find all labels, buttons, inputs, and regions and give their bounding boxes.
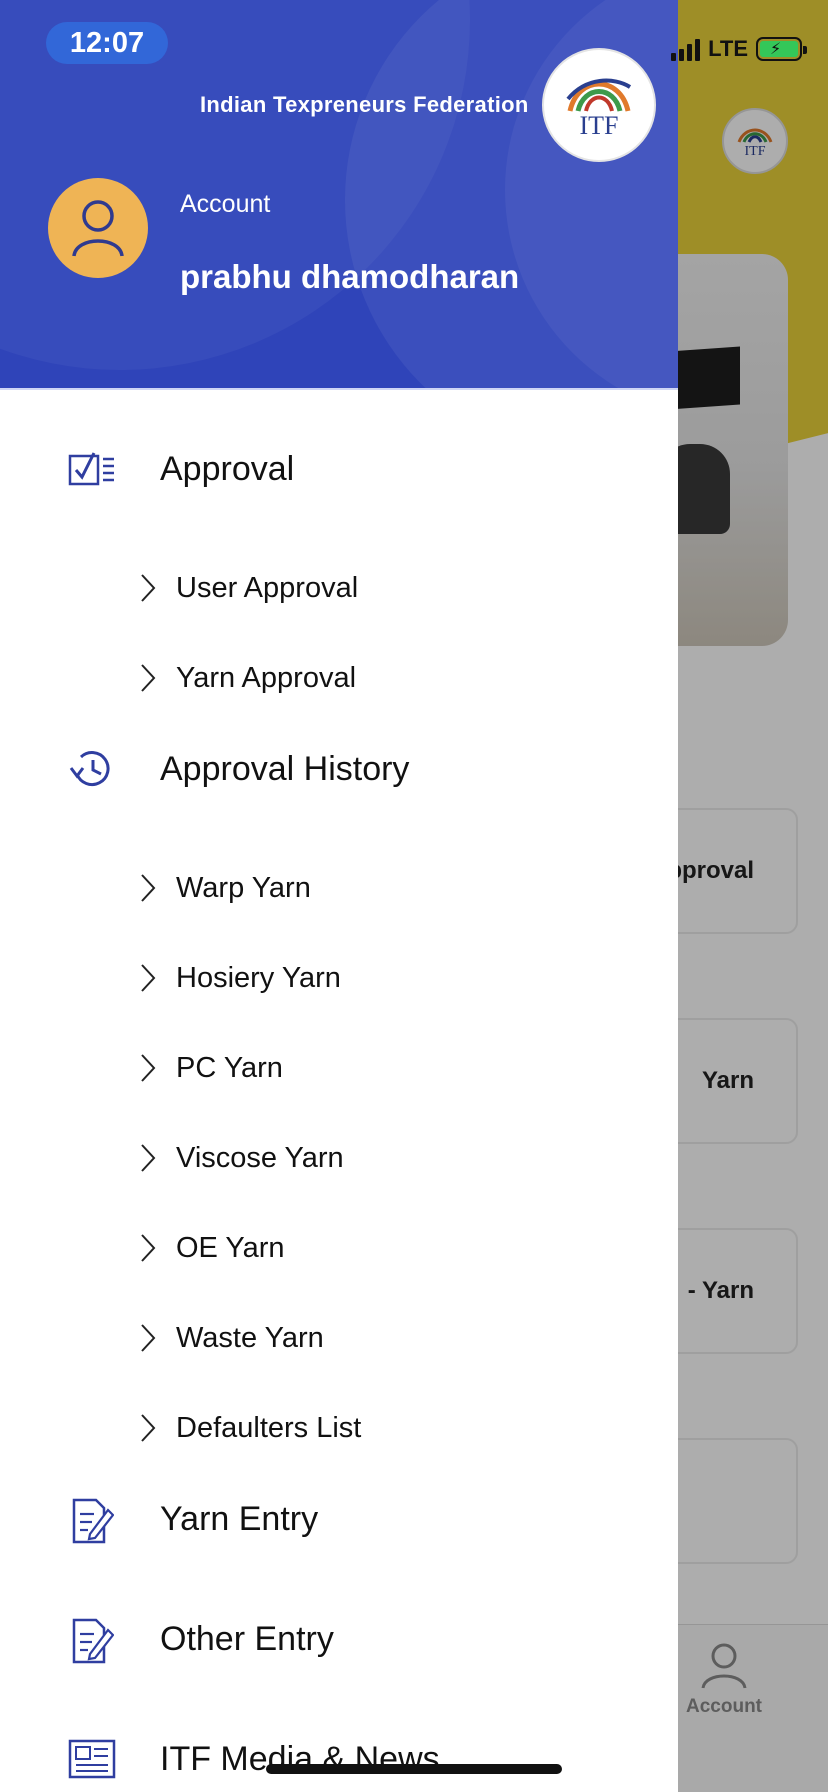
menu-item-label: OE Yarn [176,1231,285,1264]
chevron-right-icon [140,1228,164,1268]
menu-item-defaulters-list[interactable]: Defaulters List [0,1400,678,1456]
menu-other-entry-label: Other Entry [160,1619,334,1658]
signal-icon [671,37,701,61]
menu-item-yarn-approval[interactable]: Yarn Approval [0,650,678,706]
menu-approval-history-label: Approval History [160,749,410,788]
menu-item-label: Yarn Approval [176,661,357,694]
menu-item-label: Defaulters List [176,1411,362,1444]
chevron-right-icon [140,1048,164,1088]
menu-item-label: PC Yarn [176,1051,283,1084]
chevron-right-icon [140,568,164,608]
edit-document-icon [66,1613,118,1665]
battery-icon: ⚡ [756,37,807,61]
menu-item-waste-yarn[interactable]: Waste Yarn [0,1310,678,1366]
status-bar-right: LTE ⚡ [671,36,807,62]
avatar[interactable] [48,178,148,278]
menu-item-label: Warp Yarn [176,871,311,904]
menu-approval-label: Approval [160,449,295,488]
navigation-drawer: 12:07 Indian Texpreneurs Federation ITF … [0,0,678,1792]
org-name: Indian Texpreneurs Federation [200,92,529,117]
menu-approval-history[interactable]: Approval History [0,734,678,804]
chevron-right-icon [140,1318,164,1358]
menu-approval[interactable]: Approval [0,434,678,504]
menu-item-label: Viscose Yarn [176,1141,344,1174]
chevron-right-icon [140,1138,164,1178]
edit-document-icon [66,1493,118,1545]
logo-swoosh-icon [566,78,632,112]
menu-media-news[interactable]: ITF Media & News [0,1724,678,1792]
checklist-icon [66,443,118,495]
menu-item-oe-yarn[interactable]: OE Yarn [0,1220,678,1276]
chevron-right-icon [140,958,164,998]
menu-other-entry[interactable]: Other Entry [0,1604,678,1674]
menu-item-hosiery-yarn[interactable]: Hosiery Yarn [0,950,678,1006]
menu-item-label: Hosiery Yarn [176,961,341,994]
home-indicator[interactable] [266,1764,562,1774]
drawer-header: 12:07 Indian Texpreneurs Federation ITF … [0,0,678,390]
menu-yarn-entry[interactable]: Yarn Entry [0,1484,678,1554]
history-icon [66,743,118,795]
chevron-right-icon [140,868,164,908]
menu-item-user-approval[interactable]: User Approval [0,560,678,616]
menu-item-label: User Approval [176,571,359,604]
network-label: LTE [708,36,748,61]
chevron-right-icon [140,658,164,698]
account-label: Account [180,190,271,218]
newspaper-icon [66,1733,118,1785]
chevron-right-icon [140,1408,164,1448]
itf-logo: ITF [542,48,656,162]
status-time: 12:07 [46,22,168,64]
menu-item-viscose-yarn[interactable]: Viscose Yarn [0,1130,678,1186]
menu-item-pc-yarn[interactable]: PC Yarn [0,1040,678,1096]
user-name: prabhu dhamodharan [180,258,520,295]
person-icon [72,200,124,257]
charging-icon: ⚡ [770,41,782,58]
menu-item-warp-yarn[interactable]: Warp Yarn [0,860,678,916]
logo-text: ITF [579,111,619,140]
menu-item-label: Waste Yarn [176,1321,324,1354]
menu-yarn-entry-label: Yarn Entry [160,1499,319,1538]
